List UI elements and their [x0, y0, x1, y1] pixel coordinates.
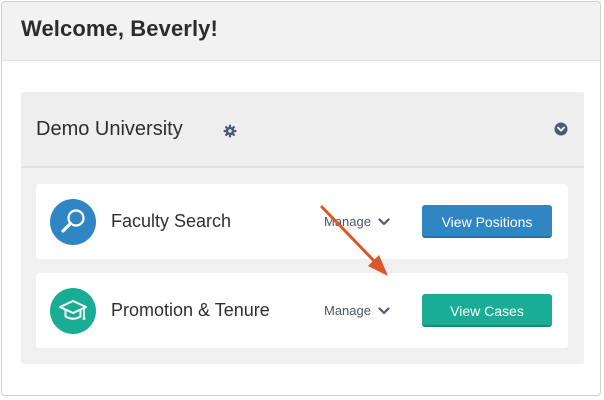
organization-header[interactable]: Demo University: [21, 92, 584, 168]
view-cases-button[interactable]: View Cases: [422, 294, 552, 327]
magnifier-icon: [50, 199, 96, 245]
organization-panel: Demo University Faculty Search Manage Vi…: [21, 92, 584, 364]
manage-dropdown[interactable]: Manage: [324, 214, 390, 229]
chevron-circle-down-icon[interactable]: [554, 122, 568, 136]
manage-label: Manage: [324, 214, 371, 229]
graduation-cap-icon: [50, 288, 96, 334]
chevron-down-icon: [378, 217, 390, 225]
app-name: Faculty Search: [111, 211, 232, 231]
organization-name: Demo University: [36, 118, 183, 140]
chevron-down-icon: [378, 306, 390, 314]
app-card-faculty-search: Faculty Search Manage View Positions: [36, 184, 568, 259]
manage-label: Manage: [324, 303, 371, 318]
manage-dropdown[interactable]: Manage: [324, 303, 390, 318]
app-name: Promotion & Tenure: [111, 300, 270, 320]
page-header: Welcome, Beverly!: [2, 2, 600, 61]
gear-icon[interactable]: [223, 124, 237, 138]
view-positions-button[interactable]: View Positions: [422, 205, 552, 238]
dashboard-window: Welcome, Beverly! Demo University Facult…: [1, 1, 601, 396]
app-card-promotion-tenure: Promotion & Tenure Manage View Cases: [36, 273, 568, 348]
page-title: Welcome, Beverly!: [21, 16, 218, 41]
